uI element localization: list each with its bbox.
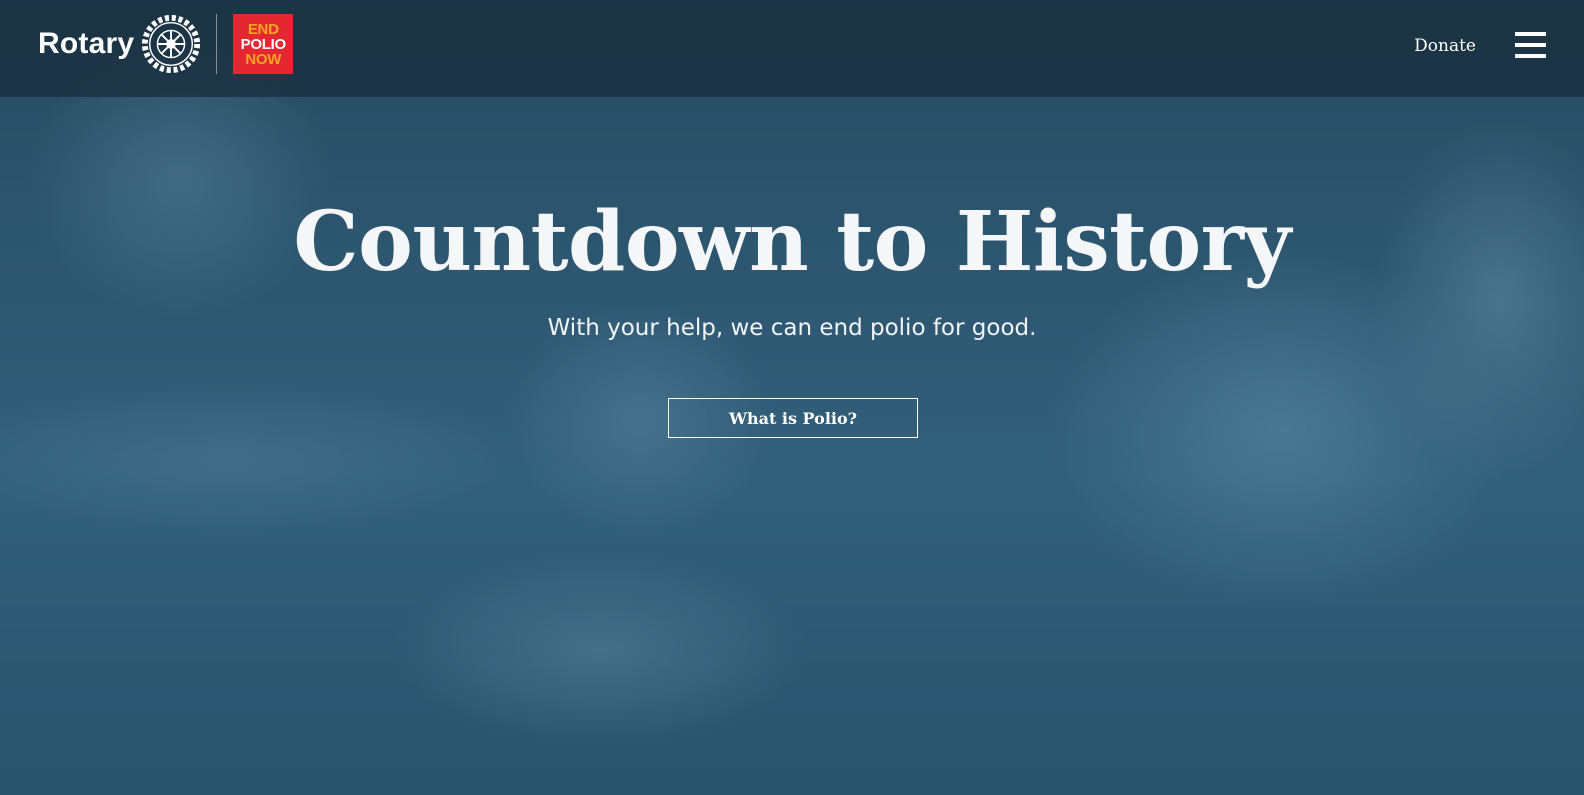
- hero-subtitle: With your help, we can end polio for goo…: [547, 315, 1037, 341]
- logo-divider: [216, 14, 218, 74]
- end-polio-now-logo: END POLIO NOW: [233, 14, 294, 74]
- menu-bar-top: [1515, 32, 1546, 36]
- rotary-logo-link[interactable]: Rotary END POLIO NOW: [38, 14, 294, 74]
- end-polio-line-now: NOW: [245, 50, 282, 68]
- what-is-polio-button[interactable]: What is Polio?: [668, 398, 918, 438]
- menu-bar-bottom: [1515, 54, 1546, 58]
- end-polio-line-end: END: [247, 20, 279, 38]
- top-navigation-bar: Rotary END POLIO NOW Donate: [0, 0, 1584, 97]
- rotary-wordmark: Rotary: [38, 27, 135, 60]
- hamburger-menu-icon[interactable]: [1515, 32, 1546, 58]
- page: Rotary END POLIO NOW Donate Countdown to…: [0, 0, 1584, 795]
- rotary-wheel-icon: [142, 14, 201, 74]
- menu-bar-middle: [1515, 43, 1546, 47]
- end-polio-line-polio: POLIO: [240, 35, 286, 53]
- donate-link[interactable]: Donate: [1414, 36, 1476, 56]
- hero-title: Countdown to History: [293, 194, 1291, 290]
